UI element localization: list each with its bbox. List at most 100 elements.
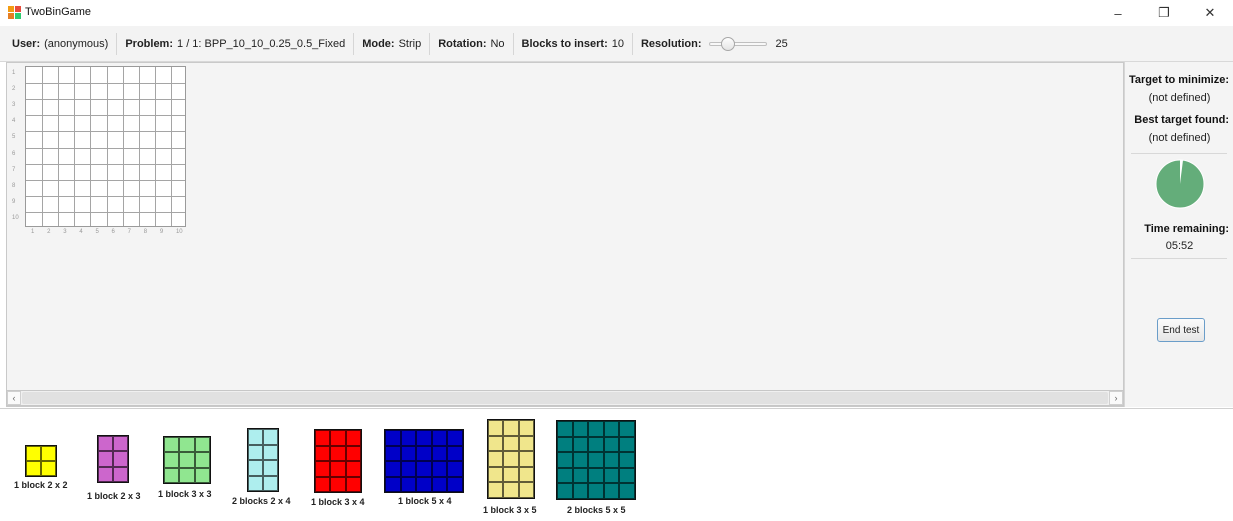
row-label: 5 [12, 134, 16, 141]
block-cell [263, 429, 278, 445]
blocks-info: Blocks to insert: 10 [521, 32, 633, 55]
block-item[interactable]: 1 block 5 x 4 [384, 409, 464, 521]
block-shape[interactable] [487, 419, 535, 499]
block-shape[interactable] [247, 428, 279, 492]
blocks-label: Blocks to insert: [521, 37, 608, 50]
divider [1131, 258, 1227, 259]
scroll-right-icon[interactable]: › [1109, 391, 1123, 405]
column-label: 6 [111, 229, 115, 235]
bin-grid-vline [138, 67, 140, 226]
resolution-slider[interactable] [709, 36, 768, 51]
block-cell [488, 482, 504, 498]
block-cell [416, 461, 432, 477]
block-label: 2 blocks 5 x 5 [567, 505, 626, 515]
block-cell [164, 437, 180, 453]
block-cell [113, 466, 128, 482]
bin-grid-hline [26, 179, 185, 181]
block-cell [503, 451, 519, 467]
row-label: 4 [12, 118, 16, 125]
bin-grid-vline [58, 67, 60, 226]
block-cell [572, 436, 589, 453]
block-cell [330, 430, 346, 446]
block-cell [385, 461, 401, 477]
rotation-value: No [490, 37, 505, 50]
block-item[interactable]: 2 blocks 2 x 4 [232, 409, 291, 521]
block-shape[interactable] [97, 435, 129, 483]
block-cell [400, 430, 417, 446]
block-item[interactable]: 1 block 3 x 3 [158, 409, 212, 521]
bin-grid-vline [154, 67, 156, 226]
block-cell [431, 445, 448, 461]
block-cell [588, 452, 604, 468]
block-cell [588, 421, 604, 437]
best-target-label: Best target found: [1134, 114, 1229, 126]
block-item[interactable]: 2 blocks 5 x 5 [556, 409, 636, 521]
block-item[interactable]: 1 block 3 x 5 [483, 409, 537, 521]
block-cell [113, 436, 128, 452]
block-cell [248, 460, 263, 476]
block-cell [385, 445, 401, 461]
block-cell [488, 435, 504, 452]
block-cell [41, 446, 56, 461]
block-shape[interactable] [314, 429, 362, 493]
block-cell [345, 445, 361, 461]
slider-thumb[interactable] [721, 36, 736, 51]
block-cell [603, 452, 620, 468]
row-label: 8 [12, 182, 16, 189]
resolution-control: Resolution: 25 [641, 33, 796, 55]
problem-label: Problem: [125, 37, 174, 50]
block-item[interactable]: 1 block 2 x 3 [87, 409, 141, 521]
resolution-value: 25 [775, 37, 788, 50]
minimize-button[interactable]: – [1095, 0, 1141, 26]
block-cell [26, 461, 41, 476]
bin-grid-vline [42, 67, 44, 226]
column-label: 10 [175, 229, 183, 235]
block-shape[interactable] [163, 436, 211, 484]
block-cell [263, 475, 278, 491]
column-label: 1 [31, 229, 35, 235]
bin-grid-hline [26, 147, 185, 149]
end-test-button[interactable]: End test [1157, 318, 1205, 342]
mode-info: Mode: Strip [362, 32, 431, 55]
block-cell [557, 452, 573, 468]
block-cell [179, 452, 195, 468]
block-cell [345, 430, 361, 446]
block-item[interactable]: 1 block 2 x 2 [14, 409, 68, 521]
scrollbar-thumb[interactable] [22, 392, 1108, 404]
column-label: 9 [159, 229, 164, 235]
block-shape[interactable] [556, 420, 636, 500]
maximize-button[interactable]: ❐ [1141, 0, 1187, 26]
block-cell [330, 476, 346, 492]
block-cell [194, 452, 210, 468]
block-cell [248, 444, 263, 460]
user-value: (anonymous) [44, 37, 109, 50]
column-label: 7 [127, 229, 131, 235]
block-cell [248, 429, 263, 445]
bin-canvas[interactable]: 1 2 3 4 5 6 7 8 9 10 1 2 3 4 5 6 7 8 9 10 [6, 62, 1124, 407]
close-button[interactable]: ✕ [1187, 0, 1233, 26]
block-cell [416, 476, 432, 492]
block-item[interactable]: 1 block 3 x 4 [311, 409, 365, 521]
horizontal-scrollbar[interactable]: ‹ › [6, 390, 1124, 406]
row-label: 1 [12, 70, 16, 77]
bin-grid-hline [26, 131, 185, 133]
slider-track [709, 41, 768, 46]
block-cell [518, 420, 534, 436]
block-cell [431, 461, 448, 477]
block-shape[interactable] [25, 445, 57, 477]
scroll-left-icon[interactable]: ‹ [7, 391, 21, 405]
block-cell [431, 430, 448, 446]
block-cell [518, 451, 534, 467]
block-cell [518, 435, 534, 452]
block-cell [315, 461, 331, 477]
block-cell [315, 476, 331, 492]
block-cell [588, 483, 604, 499]
block-cell [447, 476, 463, 492]
block-cell [345, 461, 361, 477]
block-shape[interactable] [384, 429, 464, 493]
row-label: 2 [12, 86, 16, 93]
block-cell [164, 467, 180, 483]
block-cell [400, 476, 417, 492]
bin-grid[interactable] [25, 66, 186, 227]
block-label: 1 block 3 x 5 [483, 505, 537, 515]
